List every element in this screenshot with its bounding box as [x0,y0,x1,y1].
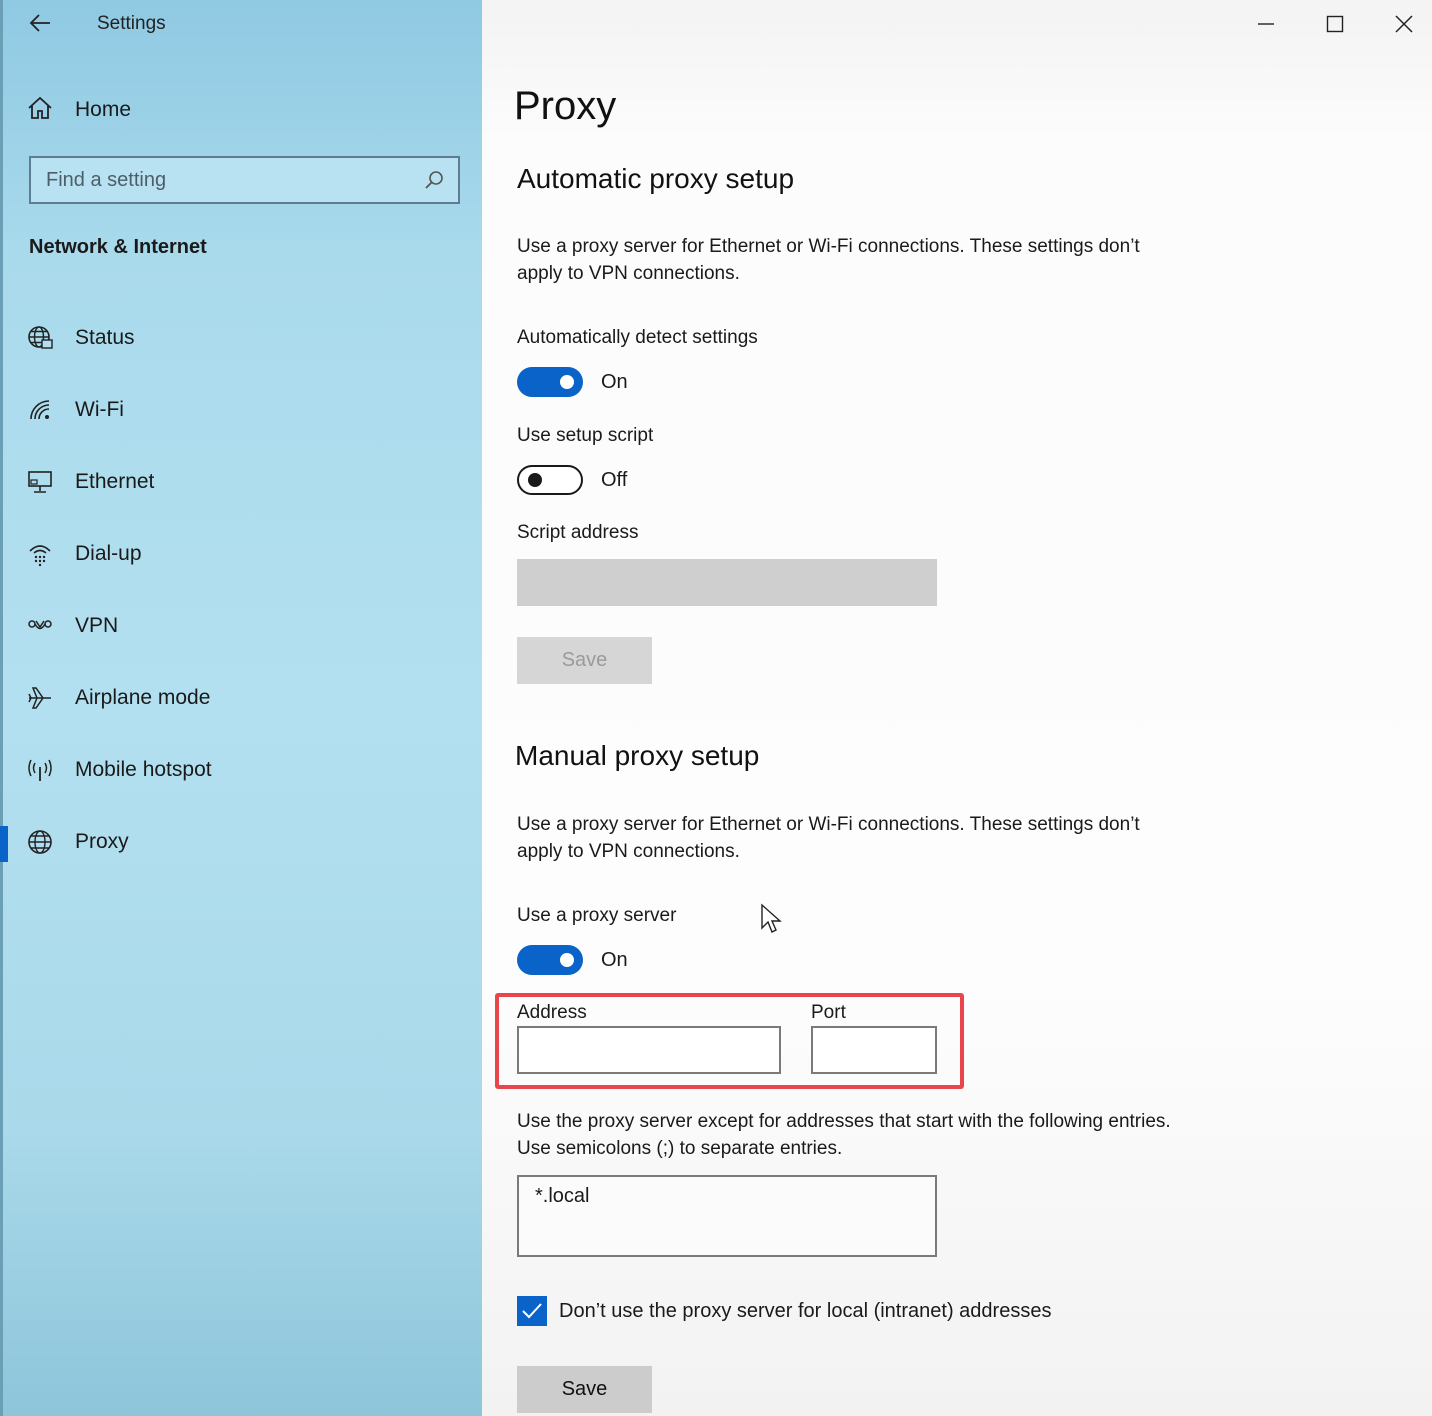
section-header: Network & Internet [29,236,207,258]
dialup-icon [25,539,55,569]
script-address-label: Script address [517,522,639,543]
airplane-icon [25,683,55,713]
sidebar-item-label: Airplane mode [75,686,211,709]
sidebar-item-label: Dial-up [75,542,142,565]
content-pane: Proxy Automatic proxy setup Use a proxy … [482,0,1432,1416]
sidebar-item-label: Mobile hotspot [75,758,212,781]
wifi-icon [25,395,55,425]
sidebar-item-proxy[interactable]: Proxy [0,806,482,878]
auto-detect-label: Automatically detect settings [517,327,758,348]
sidebar-item-label: Ethernet [75,470,155,493]
manual-proxy-description: Use a proxy server for Ethernet or Wi-Fi… [517,814,1140,862]
exceptions-textarea[interactable]: *.local [517,1175,937,1257]
nav-home[interactable]: Home [27,90,467,130]
address-input[interactable] [517,1026,781,1074]
globe-icon [25,827,55,857]
manual-save-button[interactable]: Save [517,1366,652,1413]
maximize-icon[interactable] [1300,0,1370,48]
port-input[interactable] [811,1026,937,1074]
sidebar-item-hotspot[interactable]: Mobile hotspot [3,734,482,806]
sidebar-item-wifi[interactable]: Wi-Fi [3,374,482,446]
script-address-field [517,559,937,606]
close-icon[interactable] [1369,0,1432,48]
sidebar: Settings Home Network & Internet Status … [0,0,482,1416]
use-proxy-label: Use a proxy server [517,905,677,926]
local-bypass-label: Don’t use the proxy server for local (in… [559,1299,1052,1322]
auto-detect-state: On [601,370,628,393]
page-title: Proxy [514,84,617,128]
back-arrow-icon[interactable] [25,8,55,38]
sidebar-item-label: VPN [75,614,119,637]
automatic-proxy-description: Use a proxy server for Ethernet or Wi-Fi… [517,236,1140,284]
use-proxy-toggle-row: On [517,944,628,976]
sidebar-item-label: Status [75,326,135,349]
search-input[interactable] [31,157,420,203]
setup-script-state: Off [601,468,628,491]
search-box[interactable] [29,156,460,204]
app-title: Settings [97,13,166,34]
hotspot-icon [25,755,55,785]
home-label: Home [75,98,132,121]
script-save-button: Save [517,637,652,684]
automatic-proxy-heading: Automatic proxy setup [517,163,795,194]
use-proxy-toggle[interactable] [517,945,583,975]
manual-proxy-heading: Manual proxy setup [515,740,760,771]
search-icon[interactable] [420,166,448,194]
port-label: Port [811,1002,846,1023]
sidebar-item-label: Wi-Fi [75,398,124,421]
auto-detect-toggle-row: On [517,366,628,398]
vpn-icon [25,611,55,641]
sidebar-item-ethernet[interactable]: Ethernet [3,446,482,518]
home-icon [27,96,53,125]
ethernet-icon [25,467,55,497]
setup-script-label: Use setup script [517,425,654,446]
sidebar-item-label: Proxy [75,830,129,853]
minimize-icon[interactable] [1231,0,1301,48]
sidebar-item-status[interactable]: Status [3,302,482,374]
use-proxy-state: On [601,948,628,971]
nav-list: Status Wi-Fi Ethernet Dial-up VPN Airpla… [0,302,482,878]
setup-script-toggle-row: Off [517,464,627,496]
auto-detect-toggle[interactable] [517,367,583,397]
globe-status-icon [25,323,55,353]
local-bypass-row: Don’t use the proxy server for local (in… [517,1296,1051,1326]
mouse-cursor-icon [760,903,782,940]
address-label: Address [517,1002,587,1023]
checkmark-icon [522,1303,542,1319]
sidebar-item-vpn[interactable]: VPN [3,590,482,662]
local-bypass-checkbox[interactable] [517,1296,547,1326]
setup-script-toggle[interactable] [517,465,583,495]
sidebar-item-dialup[interactable]: Dial-up [3,518,482,590]
exceptions-description: Use the proxy server except for addresse… [517,1111,1171,1159]
sidebar-item-airplane[interactable]: Airplane mode [3,662,482,734]
